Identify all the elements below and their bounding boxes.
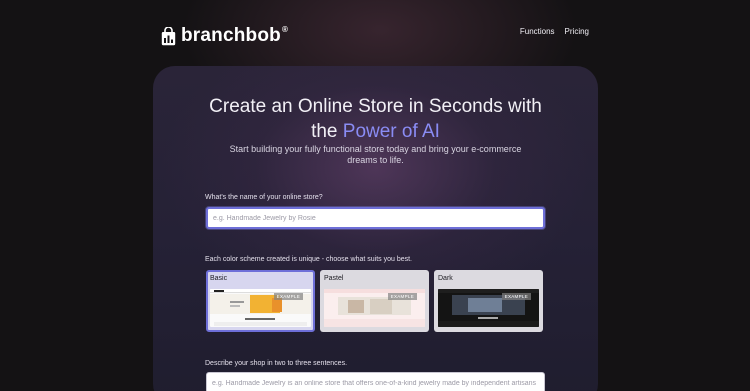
scheme-name: Dark (438, 275, 453, 282)
hero-subtitle: Start building your fully functional sto… (229, 144, 522, 165)
hero-title-prefix: the (311, 121, 343, 142)
example-badge: EXAMPLE (273, 293, 303, 300)
registered-mark: ® (281, 24, 288, 34)
site-header: branchbob ® Functions Pricing (0, 0, 750, 66)
scheme-preview-dark: EXAMPLE (438, 289, 539, 327)
scheme-option-basic[interactable]: Basic EXAMPLE (206, 270, 315, 332)
nav-pricing-link[interactable]: Pricing (565, 27, 589, 36)
scheme-option-pastel[interactable]: Pastel EXAMPLE (320, 270, 429, 332)
brand-logo[interactable]: branchbob ® (161, 25, 288, 47)
shop-description-input[interactable] (206, 372, 545, 391)
hero-title: Create an Online Store in Seconds with t… (153, 94, 598, 144)
scheme-preview-pastel: EXAMPLE (324, 289, 425, 327)
scheme-preview-basic: EXAMPLE (210, 289, 311, 327)
color-scheme-options: Basic EXAMPLE Pastel EXAMPLE Dark EXAMPL… (206, 270, 545, 332)
brand-name: branchbob (181, 25, 281, 46)
shopping-bag-icon (161, 26, 176, 45)
store-name-label: What's the name of your online store? (205, 194, 323, 201)
nav-functions-link[interactable]: Functions (520, 27, 555, 36)
hero-title-accent: Power of AI (342, 121, 440, 142)
scheme-option-dark[interactable]: Dark EXAMPLE (434, 270, 543, 332)
example-badge: EXAMPLE (501, 293, 531, 300)
store-name-input[interactable] (206, 207, 545, 229)
scheme-name: Pastel (324, 275, 344, 282)
store-creator-panel: Create an Online Store in Seconds with t… (153, 66, 598, 391)
scheme-name: Basic (210, 275, 228, 282)
color-scheme-label: Each color scheme created is unique - ch… (205, 256, 412, 263)
hero-title-line1: Create an Online Store in Seconds with (209, 96, 542, 117)
description-label: Describe your shop in two to three sente… (205, 360, 348, 367)
top-nav: Functions Pricing (520, 27, 589, 36)
example-badge: EXAMPLE (387, 293, 417, 300)
